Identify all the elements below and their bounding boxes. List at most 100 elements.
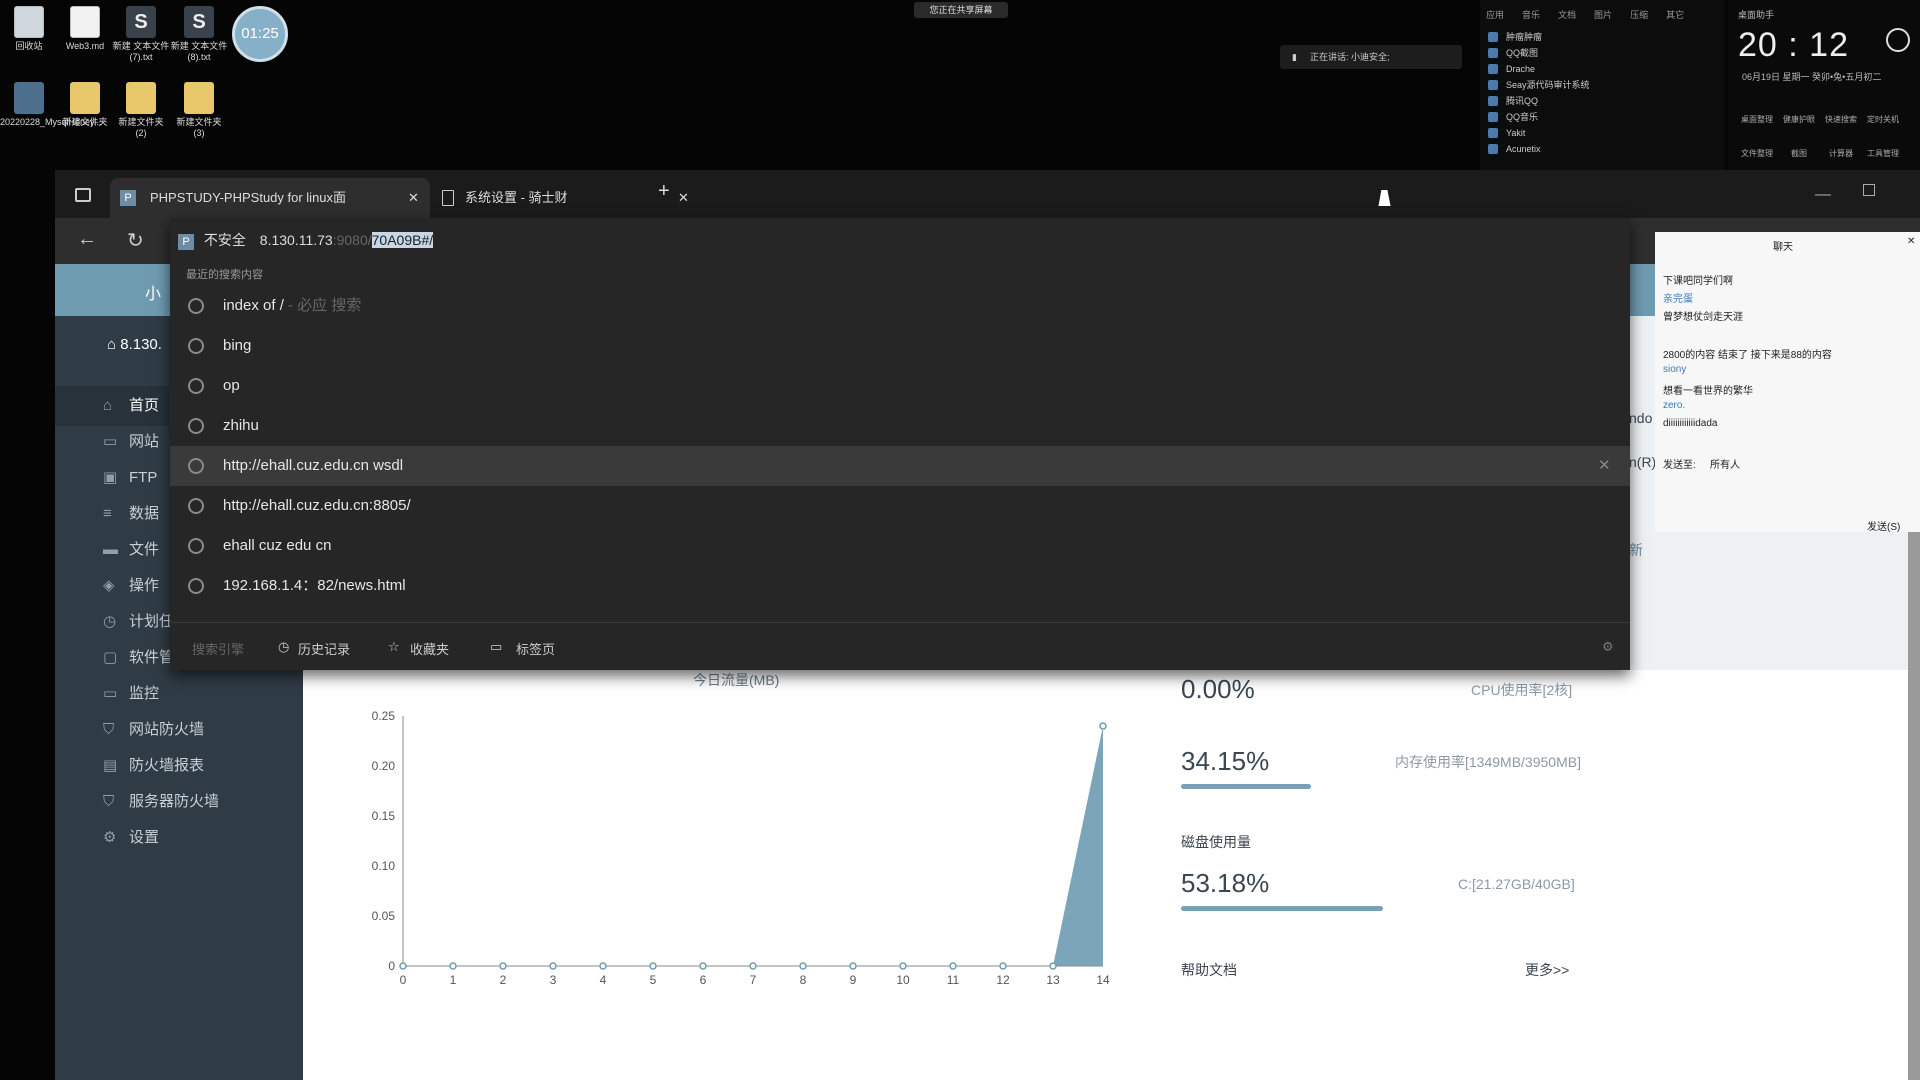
sidebar-item-label: 设置 [129,829,160,846]
favorites-button[interactable]: 收藏夹 [410,639,449,658]
sidebar-item-home[interactable]: ⌂ 首页 [103,394,159,418]
desktop-icon-txt7[interactable]: S 新建 文本文件 (7).txt [112,6,170,63]
clock-tool[interactable]: 定时关机 [1862,98,1904,132]
launcher-category[interactable]: 图片 [1594,8,1612,21]
x-tick-label: 12 [996,973,1010,987]
clock-tool[interactable]: 截图 [1778,132,1820,166]
address-bar[interactable]: P 不安全 8.130.11.73:9080/70A09B#/ [178,225,434,255]
star-icon: ☆ [388,639,400,654]
help-more-link[interactable]: 更多>> [1525,960,1569,980]
suggestion-item[interactable]: op [170,366,1630,406]
launcher-item[interactable]: QQ截图 [1480,45,1725,61]
x-tick-label: 14 [1096,973,1110,987]
desktop-icon-folder3[interactable]: 新建文件夹 (3) [170,82,228,139]
desktop-icon-folder1[interactable]: 新建文件夹 [56,82,114,128]
x-tick-label: 0 [400,973,407,987]
sidebar-item-firewall-report[interactable]: ▤ 防火墙报表 [103,754,204,778]
clock-tool[interactable]: 快速搜索 [1820,98,1862,132]
launcher-item[interactable]: Seay源代码审计系统 [1480,77,1725,93]
tabs-button[interactable]: 标签页 [516,639,555,658]
desktop-icon-folder2[interactable]: 新建文件夹 (2) [112,82,170,139]
desktop-clock-widget: 桌面助手 20 : 12 06月19日 星期一 癸卯•兔•五月初二 桌面整理 健… [1728,0,1920,170]
tab-phpstudy[interactable]: P PHPSTUDY-PHPStudy for linux面 ✕ [110,178,430,218]
launcher-category[interactable]: 其它 [1666,8,1684,21]
security-label[interactable]: 不安全 [204,232,246,248]
maximize-button[interactable] [1863,184,1875,196]
data-point [899,962,907,970]
search-engine-label[interactable]: 搜索引擎 [192,639,244,658]
chat-message: 曾梦想仗剑走天涯 [1663,312,1743,323]
back-button[interactable]: ← [77,228,97,251]
suggestion-item[interactable]: 192.168.1.4：82/news.html [170,566,1630,606]
sidebar-item-website[interactable]: ▭ 网站 [103,430,159,454]
launcher-category[interactable]: 音乐 [1522,8,1540,21]
chart-title: 今日流量(MB) [693,672,780,688]
tab-actions-icon[interactable] [75,188,91,202]
tabs-icon: ▭ [490,639,503,654]
screen-share-banner[interactable]: 您正在共享屏幕 [914,2,1008,18]
window-edge [1908,532,1920,1080]
history-icon [188,578,204,594]
suggestion-item[interactable]: index of / - 必应 搜索 [170,286,1630,326]
brand-name: 小 [145,286,162,303]
sidebar-item-settings[interactable]: ⚙ 设置 [103,826,159,850]
launcher-category[interactable]: 应用 [1486,8,1504,21]
launcher-category[interactable]: 压缩 [1630,8,1648,21]
launcher-item[interactable]: 肿瘤肿瘤 [1480,29,1725,45]
sidebar-item-monitor[interactable]: ▭ 监控 [103,682,159,706]
clock-tool[interactable]: 桌面整理 [1736,98,1778,132]
minimize-button[interactable]: — [1815,186,1831,204]
folder-icon [70,82,100,114]
sidebar-item-waf[interactable]: ⛉ 网站防火墙 [103,718,204,742]
sidebar-item-operation[interactable]: ◈ 操作 [103,574,159,598]
desktop-icon-txt8[interactable]: S 新建 文本文件 (8).txt [170,6,228,63]
document-icon [70,6,100,38]
close-icon[interactable]: ✕ [1598,446,1611,486]
close-icon[interactable]: ✕ [678,178,689,218]
refresh-button[interactable]: ↻ [127,228,144,253]
suggestion-item[interactable]: bing [170,326,1630,366]
send-to-select[interactable]: 所有人 [1710,456,1740,471]
launcher-item[interactable]: Acunetix [1480,141,1725,157]
sidebar-item-database[interactable]: ≡ 数据 [103,502,159,526]
home-icon: ⌂ [107,336,121,353]
close-icon[interactable]: ✕ [408,178,419,218]
launcher-item[interactable]: Drache [1480,61,1725,77]
url-selected-text: 70A09B#/ [371,232,434,248]
mouse-cursor-icon [1378,190,1394,206]
suggestion-item[interactable]: zhihu [170,406,1630,446]
recycle-bin-icon [14,6,44,38]
sidebar-item-label: 操作 [129,577,160,594]
clock-tool[interactable]: 健康护眼 [1778,98,1820,132]
desktop-icon-zip[interactable]: 20220228_MysqlHoney... [0,82,101,128]
new-tab-button[interactable]: + [658,180,670,203]
suggestion-item[interactable]: http://ehall.cuz.edu.cn wsdl ✕ [170,446,1630,486]
clock-icon: ◷ [103,613,117,630]
desktop-icon-web3[interactable]: Web3.md [56,6,114,52]
launcher-item[interactable]: Yakit [1480,125,1725,141]
clock-tool[interactable]: 工具管理 [1862,132,1904,166]
launcher-item[interactable]: 腾讯QQ [1480,93,1725,109]
chat-message: diiiiiiiiiiiidada [1663,418,1718,429]
sidebar-item-server-firewall[interactable]: ⛉ 服务器防火墙 [103,790,219,814]
launcher-item[interactable]: QQ音乐 [1480,109,1725,125]
suggestion-text: ehall cuz edu cn [223,537,332,554]
suggestion-item[interactable]: ehall cuz edu cn [170,526,1630,566]
weather-icon [1886,28,1910,52]
data-point [749,962,757,970]
recording-timer[interactable]: 01:25 [232,6,288,62]
sidebar-item-files[interactable]: ▬ 文件 [103,538,159,562]
sidebar-item-ftp[interactable]: ▣ FTP [103,466,157,490]
launcher-category[interactable]: 文档 [1558,8,1576,21]
clock-tool[interactable]: 文件整理 [1736,132,1778,166]
clock-tool[interactable]: 计算器 [1820,132,1862,166]
close-icon[interactable]: ✕ [1907,236,1915,247]
suggestion-item[interactable]: http://ehall.cuz.edu.cn:8805/ [170,486,1630,526]
disk-usage-bar [1181,906,1384,911]
history-button[interactable]: 历史记录 [298,639,350,658]
disk-usage-label: C:[21.27GB/40GB] [1458,876,1575,892]
desktop-icon-recycle[interactable]: 回收站 [0,6,58,52]
send-button[interactable]: 发送(S) [1867,518,1900,533]
history-icon: ◷ [278,639,290,654]
gear-icon[interactable]: ⚙ [1602,639,1614,655]
